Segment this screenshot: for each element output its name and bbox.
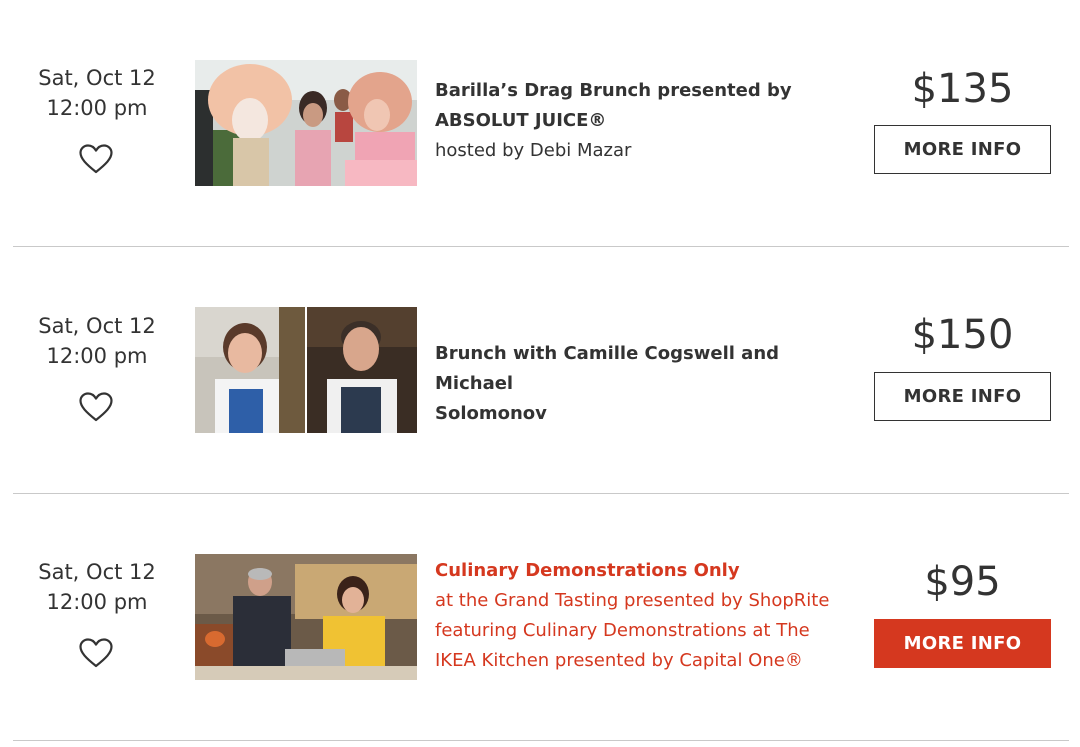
event-description: Brunch with Camille Cogswell and Michael…	[435, 339, 845, 429]
event-date: Sat, Oct 12 12:00 pm	[22, 311, 172, 371]
event-image[interactable]	[195, 554, 417, 680]
heart-outline-icon[interactable]	[79, 144, 113, 174]
event-date-time: 12:00 pm	[46, 96, 148, 120]
event-date-time: 12:00 pm	[46, 590, 148, 614]
event-price: $135	[911, 66, 1014, 112]
event-date: Sat, Oct 12 12:00 pm	[22, 557, 172, 617]
event-subtitle-line: at the Grand Tasting presented by ShopRi…	[435, 590, 830, 611]
event-title-line[interactable]: Barilla’s Drag Brunch presented by	[435, 76, 845, 106]
event-item: Sat, Oct 12 12:00 pm	[0, 0, 1080, 247]
event-date-time: 12:00 pm	[46, 344, 148, 368]
event-title-line[interactable]: Solomonov	[435, 399, 845, 429]
event-subtitle-line: hosted by Debi Mazar	[435, 140, 632, 161]
event-price: $150	[911, 312, 1014, 358]
event-description: Barilla’s Drag Brunch presented by ABSOL…	[435, 76, 845, 166]
event-item: Sat, Oct 12 12:00 pm	[0, 494, 1080, 741]
event-title-line[interactable]: Culinary Demonstrations Only	[435, 556, 845, 586]
more-info-button[interactable]: MORE INFO	[874, 125, 1051, 174]
more-info-button[interactable]: MORE INFO	[874, 372, 1051, 421]
event-price: $95	[924, 559, 1001, 605]
event-title-line[interactable]: ABSOLUT JUICE®	[435, 106, 845, 136]
event-list: Sat, Oct 12 12:00 pm Barilla’s Drag Brun…	[0, 0, 1080, 747]
more-info-button[interactable]: MORE INFO	[874, 619, 1051, 668]
event-image[interactable]	[195, 307, 417, 433]
event-subtitle-line: IKEA Kitchen presented by Capital One®	[435, 650, 803, 671]
event-item: Sat, Oct 12 12:00 pm	[0, 247, 1080, 494]
heart-outline-icon[interactable]	[79, 638, 113, 668]
event-title-line[interactable]: Brunch with Camille Cogswell and Michael	[435, 339, 845, 399]
event-description: Culinary Demonstrations Only at the Gran…	[435, 556, 845, 676]
event-image[interactable]	[195, 60, 417, 186]
divider	[13, 740, 1069, 741]
event-date-day: Sat, Oct 12	[38, 314, 156, 338]
event-date-day: Sat, Oct 12	[38, 66, 156, 90]
event-date: Sat, Oct 12 12:00 pm	[22, 63, 172, 123]
event-date-day: Sat, Oct 12	[38, 560, 156, 584]
heart-outline-icon[interactable]	[79, 392, 113, 422]
event-subtitle-line: featuring Culinary Demonstrations at The	[435, 620, 810, 641]
